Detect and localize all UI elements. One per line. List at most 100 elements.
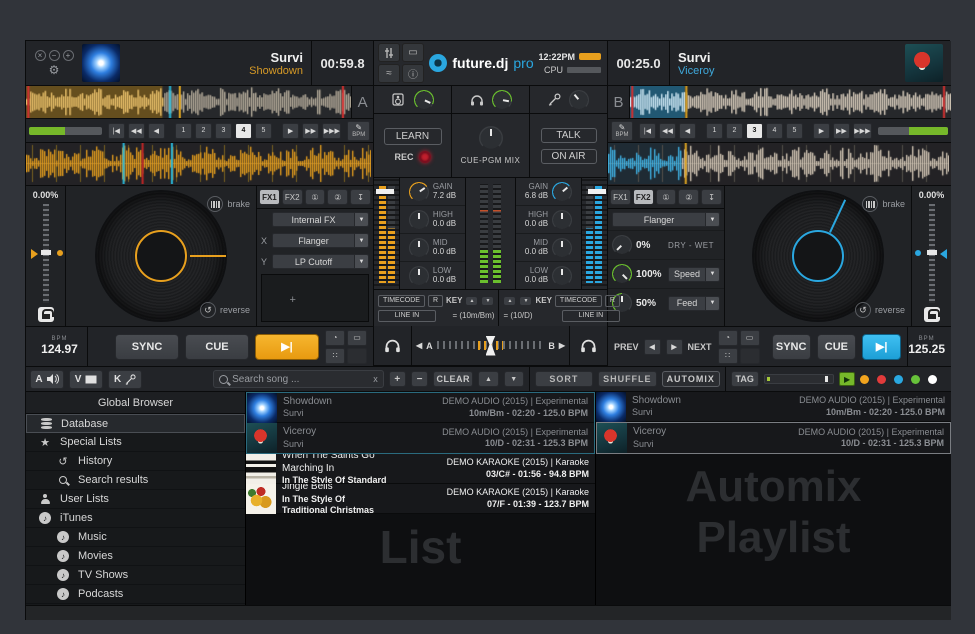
deck-b-fx1-tab[interactable]: FX1: [610, 189, 631, 205]
deck-b-fx-slot2-tab[interactable]: ②: [678, 189, 699, 205]
channel-a-high-knob[interactable]: [409, 210, 429, 230]
deck-a-fffwd-button[interactable]: ▶▶▶: [322, 123, 341, 139]
deck-a-hotcue-2[interactable]: 2: [195, 123, 212, 139]
master-volume-knob[interactable]: [414, 90, 434, 110]
deck-b-line-in-button[interactable]: LINE IN: [562, 310, 620, 322]
deck-b-cue-monitor-button[interactable]: [569, 326, 607, 365]
deck-a-key-up-button[interactable]: ▲: [465, 296, 478, 306]
deck-b-key-down-button[interactable]: ▼: [519, 296, 532, 306]
channel-a-fader-handle[interactable]: [376, 189, 394, 194]
deck-b-fx2-tab[interactable]: FX2: [633, 189, 654, 205]
track-row-saints[interactable]: When The Saints Go Marching In In The St…: [246, 454, 595, 484]
sidebar-item-search-results[interactable]: Search results: [26, 471, 245, 490]
search-input[interactable]: [232, 374, 369, 385]
color-tag-red[interactable]: [877, 375, 886, 384]
sidebar-item-user-lists[interactable]: User Lists: [26, 490, 245, 509]
deck-a-overview-waveform[interactable]: [26, 86, 351, 118]
deck-b-fx-speed-dropdown[interactable]: Speed ▼: [668, 267, 720, 282]
wave-view-icon[interactable]: ≈: [378, 64, 400, 83]
channel-b-gain-knob[interactable]: [552, 182, 572, 202]
deck-b-rewind-button[interactable]: ◀◀: [659, 123, 676, 139]
deck-a-pitch-slider[interactable]: [38, 204, 54, 303]
record-led-icon[interactable]: [419, 151, 431, 163]
mic-volume-knob[interactable]: [569, 90, 589, 110]
maximize-icon[interactable]: +: [63, 50, 74, 61]
sidebar-item-database[interactable]: Database: [26, 414, 245, 433]
deck-a-hotcue-3[interactable]: 3: [215, 123, 232, 139]
deck-a-sync-button[interactable]: SYNC: [115, 334, 179, 360]
deck-b-next-button[interactable]: ▶: [666, 339, 683, 355]
karaoke-mode-button[interactable]: K: [108, 370, 142, 389]
deck-a-fx-slot1-tab[interactable]: ①: [305, 189, 326, 205]
sidebar-item-podcasts[interactable]: ♪ Podcasts: [26, 585, 245, 604]
sidebar-item-music[interactable]: ♪ Music: [26, 528, 245, 547]
deck-a-fx2-tab[interactable]: FX2: [282, 189, 303, 205]
deck-b-hotcue-4[interactable]: 4: [766, 123, 783, 139]
deck-a-timecode-r-button[interactable]: R: [428, 295, 443, 307]
deck-b-fffwd-button[interactable]: ▶▶▶: [853, 123, 872, 139]
deck-a-time[interactable]: 00:59.8: [311, 41, 373, 85]
deck-b-detail-waveform[interactable]: [608, 143, 949, 184]
tag-button[interactable]: TAG: [731, 371, 759, 387]
deck-a-step-back-button[interactable]: ◀: [148, 123, 165, 139]
crossfader-track[interactable]: [437, 339, 545, 353]
sidebar-item-tv-shows[interactable]: ♪ TV Shows: [26, 566, 245, 585]
clear-button[interactable]: CLEAR: [433, 371, 473, 387]
preview-play-button[interactable]: ▶: [839, 372, 855, 386]
deck-b-hotcue-5[interactable]: 5: [786, 123, 803, 139]
zoom-out-button[interactable]: −: [411, 371, 428, 387]
deck-a-hotcue-4[interactable]: 4: [235, 123, 252, 139]
preview-slider[interactable]: [764, 374, 835, 384]
deck-a-cue-monitor-button[interactable]: [374, 326, 412, 365]
deck-a-fx-slot2-tab[interactable]: ②: [327, 189, 348, 205]
deck-b-cue-button[interactable]: CUE: [817, 334, 856, 360]
channel-a-gain-knob[interactable]: [409, 182, 429, 202]
timer-icon[interactable]: ◔: [325, 330, 345, 346]
deck-b-fx-drywet-knob[interactable]: [612, 235, 632, 255]
color-tag-white[interactable]: [928, 375, 937, 384]
deck-a-line-in-button[interactable]: LINE IN: [378, 310, 436, 322]
deck-a-ffwd-button[interactable]: ▶▶: [302, 123, 319, 139]
learn-button[interactable]: LEARN: [384, 128, 442, 145]
deck-a-brake-button[interactable]: brake: [207, 196, 250, 212]
automix-row-showdown[interactable]: Showdown Survi DEMO AUDIO (2015) | Exper…: [596, 392, 951, 422]
deck-a-key-down-button[interactable]: ▼: [481, 296, 494, 306]
deck-a-fx-xy-pad[interactable]: +: [261, 274, 369, 322]
settings-gear-icon[interactable]: ⚙: [49, 63, 60, 77]
deck-b-hotcue-2[interactable]: 2: [726, 123, 743, 139]
color-tag-green[interactable]: [911, 375, 920, 384]
deck-b-step-fwd-button[interactable]: ▶: [813, 123, 830, 139]
deck-a-jog-wheel[interactable]: [97, 192, 225, 320]
deck-a-fx-engine-dropdown[interactable]: Internal FX ▼: [272, 212, 369, 227]
on-air-button[interactable]: ON AIR: [541, 149, 597, 164]
track-row-viceroy[interactable]: Viceroy Survi DEMO AUDIO (2015) | Experi…: [247, 423, 594, 453]
deck-a-step-fwd-button[interactable]: ▶: [282, 123, 299, 139]
deck-a-hotcue-5[interactable]: 5: [255, 123, 272, 139]
cue-pgm-knob[interactable]: [479, 126, 503, 150]
deck-a-fx-load-icon[interactable]: ↧: [350, 189, 371, 205]
shuffle-button[interactable]: SHUFFLE: [598, 371, 656, 387]
sidebar-item-history[interactable]: ↺ History: [26, 452, 245, 471]
grid-icon[interactable]: ∷: [325, 348, 345, 364]
timer-icon[interactable]: ◔: [718, 330, 738, 346]
deck-a-fx1-tab[interactable]: FX1: [259, 189, 280, 205]
screen-icon[interactable]: ▭: [347, 330, 367, 346]
channel-a-fader[interactable]: [374, 178, 400, 289]
deck-b-pitch-slider[interactable]: [924, 204, 940, 303]
deck-a-reverse-button[interactable]: ↺ reverse: [200, 302, 250, 318]
channel-a-mid-knob[interactable]: [409, 238, 429, 258]
track-row-jingle-bells[interactable]: Jingle Bells In The Style Of Traditional…: [246, 484, 595, 514]
minimize-icon[interactable]: −: [49, 50, 60, 61]
deck-b-pitch-lock-icon[interactable]: [924, 307, 940, 322]
sidebar-item-movies[interactable]: ♪ Movies: [26, 547, 245, 566]
deck-a-fx-x-dropdown[interactable]: Flanger ▼: [272, 233, 369, 248]
deck-b-fx-speed-knob[interactable]: [612, 264, 632, 284]
headphone-volume-knob[interactable]: [492, 90, 512, 110]
deck-b-fx-feed-dropdown[interactable]: Feed ▼: [668, 296, 720, 311]
deck-b-timecode-r-button[interactable]: R: [605, 295, 620, 307]
video-mode-button[interactable]: V: [69, 370, 103, 389]
zoom-in-button[interactable]: +: [389, 371, 406, 387]
deck-b-prev-button[interactable]: ◀: [644, 339, 661, 355]
aux-blank-button[interactable]: [347, 348, 367, 364]
deck-b-ffwd-button[interactable]: ▶▶: [833, 123, 850, 139]
